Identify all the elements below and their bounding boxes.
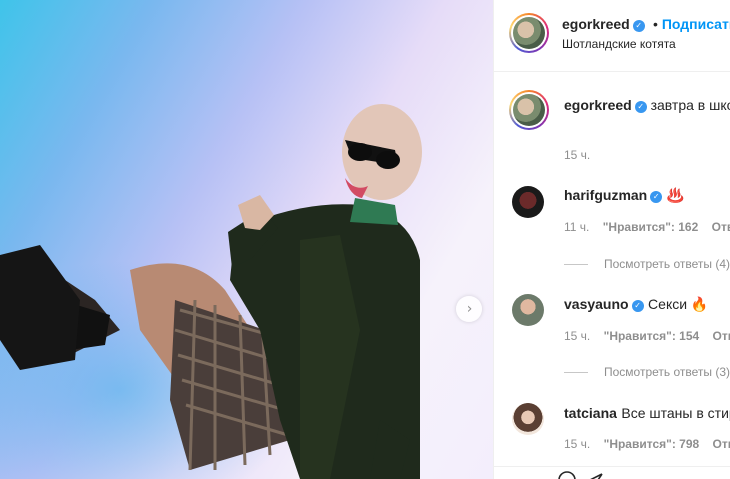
comment: vasyauno ✓ Секси 🔥 <box>564 296 708 314</box>
post-caption: egorkreed✓ завтра в школу! С началом уче… <box>564 95 730 115</box>
view-replies-button[interactable]: Посмотреть ответы (3) <box>564 365 730 379</box>
commenter-avatar[interactable] <box>512 294 544 326</box>
verified-badge-icon: ✓ <box>650 191 663 203</box>
post-location[interactable]: Шотландские котята <box>562 37 676 51</box>
post-header: egorkreed✓ • Подписаться Шотландские кот… <box>494 0 730 72</box>
comment-username[interactable]: tatciana <box>564 405 617 421</box>
commenter-avatar[interactable] <box>512 403 544 435</box>
share-icon[interactable] <box>590 473 603 479</box>
comment-likes[interactable]: "Нравится": 154 <box>604 329 700 343</box>
comment-username[interactable]: vasyauno <box>564 296 629 312</box>
comment-meta: 15 ч. "Нравится": 154 Ответить <box>564 329 730 343</box>
reply-button[interactable]: Ответить <box>713 329 730 343</box>
caption-author-avatar[interactable] <box>509 90 549 130</box>
separator-dot: • <box>649 16 662 32</box>
author-avatar[interactable] <box>509 13 549 53</box>
comment: tatciana Все штаны в стирке <box>564 405 730 423</box>
action-bar <box>494 466 730 479</box>
caption-author-username[interactable]: egorkreed <box>564 97 632 113</box>
reply-button[interactable]: Ответить <box>712 220 730 234</box>
view-replies-label: Посмотреть ответы (3) <box>604 365 730 379</box>
comment-text: ♨️ <box>666 187 685 203</box>
post-side-panel: egorkreed✓ • Подписаться Шотландские кот… <box>493 0 730 479</box>
comment-text: Все штаны в стирке <box>621 405 730 421</box>
comment-likes[interactable]: "Нравится": 162 <box>603 220 699 234</box>
caption-text: завтра в школу! С началом учебного года … <box>650 97 730 113</box>
verified-badge-icon: ✓ <box>634 101 647 113</box>
comment-text: Секси 🔥 <box>648 296 709 312</box>
comment-time[interactable]: 15 ч. <box>564 437 590 451</box>
comment-meta: 11 ч. "Нравится": 162 Ответить <box>564 220 730 234</box>
next-image-button[interactable]: › <box>456 296 482 322</box>
replies-divider <box>564 264 588 266</box>
comment-likes[interactable]: "Нравится": 798 <box>604 437 700 451</box>
comment-meta: 15 ч. "Нравится": 798 Ответить <box>564 437 730 451</box>
chevron-right-icon: › <box>466 301 473 317</box>
caption-time[interactable]: 15 ч. <box>564 148 590 162</box>
post-photo <box>0 104 422 479</box>
view-replies-label: Посмотреть ответы (4) <box>604 257 730 271</box>
verified-badge-icon: ✓ <box>631 300 644 312</box>
commenter-avatar[interactable] <box>512 186 544 218</box>
view-replies-button[interactable]: Посмотреть ответы (4) <box>564 257 730 271</box>
comment-icon[interactable] <box>558 471 576 479</box>
comment: harifguzman ✓ ♨️ <box>564 187 684 205</box>
author-username[interactable]: egorkreed <box>562 16 630 32</box>
follow-button[interactable]: Подписаться <box>662 16 730 32</box>
verified-badge-icon: ✓ <box>632 20 645 32</box>
comment-username[interactable]: harifguzman <box>564 187 647 203</box>
replies-divider <box>564 372 588 374</box>
comment-time[interactable]: 11 ч. <box>564 220 589 234</box>
post-image[interactable]: › <box>0 0 493 479</box>
reply-button[interactable]: Ответить <box>713 437 730 451</box>
comment-time[interactable]: 15 ч. <box>564 329 590 343</box>
